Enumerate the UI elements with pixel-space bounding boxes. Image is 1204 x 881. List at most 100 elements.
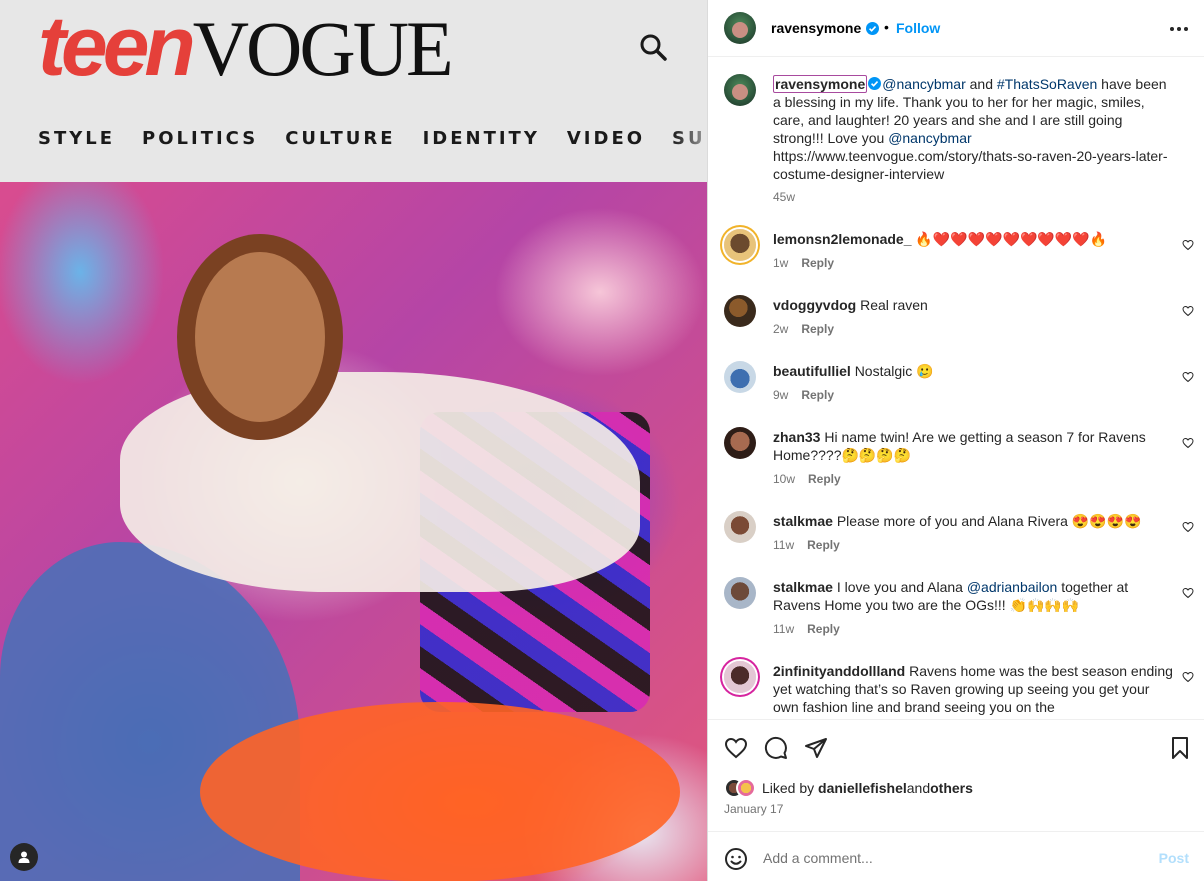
likes-summary: Liked by daniellefishel and others — [724, 778, 973, 798]
nav-summit: SUMMI — [672, 128, 707, 149]
post-media[interactable]: teen VOGUE STYLE POLITICS CULTURE IDENTI… — [0, 0, 707, 881]
likes-others-link[interactable]: others — [930, 780, 973, 796]
photo-orange-feathers — [200, 702, 680, 881]
photo-person-face — [195, 252, 325, 422]
comment-text: zhan33 Hi name twin! Are we getting a se… — [773, 428, 1168, 464]
heart-icon[interactable] — [1182, 305, 1194, 317]
caption-username[interactable]: ravensymone — [773, 75, 868, 93]
heart-icon[interactable] — [1182, 239, 1194, 251]
comment-time[interactable]: 11w — [773, 622, 794, 636]
comment-meta: 10w Reply — [773, 472, 841, 486]
comment-input[interactable] — [763, 847, 1143, 869]
comment-body: Real raven — [860, 297, 928, 313]
comment-time[interactable]: 1w — [773, 256, 788, 270]
comment-time[interactable]: 10w — [773, 472, 795, 486]
reply-button[interactable]: Reply — [808, 472, 841, 486]
comment-avatar[interactable] — [724, 295, 756, 327]
comment-username[interactable]: zhan33 — [773, 429, 820, 445]
comment-text: vdoggyvdog Real raven — [773, 296, 1168, 314]
reply-button[interactable]: Reply — [801, 388, 834, 402]
nav-style: STYLE — [38, 128, 116, 149]
comment-time[interactable]: 2w — [773, 322, 788, 336]
post-button[interactable]: Post — [1159, 850, 1189, 866]
heart-icon[interactable] — [1182, 521, 1194, 533]
comments-list[interactable]: ravensymone @nancybmar and #ThatsSoRaven … — [708, 57, 1204, 719]
likes-and: and — [906, 780, 931, 796]
comment-body: Nostalgic 🥲 — [854, 363, 934, 379]
nav-politics: POLITICS — [142, 128, 259, 149]
search-icon — [640, 34, 667, 61]
comment-text: beautifulliel Nostalgic 🥲 — [773, 362, 1168, 380]
heart-icon[interactable] — [1182, 371, 1194, 383]
user-tag-icon[interactable] — [10, 843, 38, 871]
comment-meta: 1w Reply — [773, 256, 834, 270]
comment-time[interactable]: 11w — [773, 538, 794, 552]
comment-username[interactable]: beautifulliel — [773, 363, 851, 379]
reply-button[interactable]: Reply — [801, 256, 834, 270]
photo-white-fur-coat — [120, 372, 640, 592]
comment-username[interactable]: lemonsn2lemonade_ — [773, 231, 912, 247]
caption-time[interactable]: 45w — [773, 190, 795, 204]
caption-url: https://www.teenvogue.com/story/thats-so… — [773, 148, 1168, 182]
logo-teen: teen — [38, 0, 196, 93]
add-comment-bar: Post — [708, 831, 1204, 881]
comment-meta: 9w Reply — [773, 388, 834, 402]
emoji-icon[interactable] — [724, 847, 748, 871]
reply-button[interactable]: Reply — [807, 622, 840, 636]
nav-video: VIDEO — [566, 128, 646, 149]
comment-text: stalkmae Please more of you and Alana Ri… — [773, 512, 1168, 530]
comment-username[interactable]: stalkmae — [773, 513, 833, 529]
nav-culture: CULTURE — [285, 128, 396, 149]
comment-username[interactable]: stalkmae — [773, 579, 833, 595]
author-avatar[interactable] — [724, 12, 756, 44]
reply-button[interactable]: Reply — [801, 322, 834, 336]
share-icon[interactable] — [804, 736, 828, 760]
comment-icon[interactable] — [764, 736, 788, 760]
post-actions: Liked by daniellefishel and others Janua… — [708, 719, 1204, 831]
post-date[interactable]: January 17 — [724, 802, 783, 816]
author-username[interactable]: ravensymone — [771, 20, 880, 36]
likes-prefix: Liked by — [762, 780, 815, 796]
caption-mention-nancybmar-2[interactable]: @nancybmar — [888, 130, 971, 146]
teen-vogue-header: teen VOGUE STYLE POLITICS CULTURE IDENTI… — [0, 0, 707, 182]
comment-body: 🔥❤️❤️❤️❤️❤️❤️❤️❤️❤️🔥 — [915, 231, 1108, 247]
comment-text: 2infinityanddollland Ravens home was the… — [773, 662, 1173, 716]
comment-username[interactable]: 2infinityanddollland — [773, 663, 905, 679]
header-separator: • — [884, 19, 889, 35]
reply-button[interactable]: Reply — [807, 538, 840, 552]
verified-badge-icon — [866, 21, 880, 35]
comment-body: Please more of you and Alana Rivera 😍😍😍😍 — [836, 513, 1142, 529]
comment-avatar[interactable] — [724, 577, 756, 609]
teen-vogue-logo: teen VOGUE — [38, 0, 454, 93]
comment-username[interactable]: vdoggyvdog — [773, 297, 856, 313]
comment-mention[interactable]: @adrianbailon — [967, 579, 1058, 595]
heart-icon[interactable] — [1182, 437, 1194, 449]
teen-vogue-nav: STYLE POLITICS CULTURE IDENTITY VIDEO SU… — [38, 128, 707, 149]
nav-identity: IDENTITY — [422, 128, 540, 149]
heart-icon[interactable] — [1182, 587, 1194, 599]
liker-avatar — [736, 778, 756, 798]
comment-avatar[interactable] — [724, 661, 756, 693]
comment-avatar[interactable] — [724, 511, 756, 543]
liker-username[interactable]: daniellefishel — [818, 780, 907, 796]
caption-avatar[interactable] — [724, 74, 756, 106]
post-side-panel: ravensymone • Follow ravensymone @nancybm… — [707, 0, 1204, 881]
heart-icon[interactable] — [724, 736, 748, 760]
verified-badge-icon — [868, 77, 882, 90]
comment-avatar[interactable] — [724, 427, 756, 459]
more-options-icon[interactable] — [1170, 19, 1190, 39]
comment-text: lemonsn2lemonade_ 🔥❤️❤️❤️❤️❤️❤️❤️❤️❤️🔥 — [773, 230, 1168, 248]
comment-body: Hi name twin! Are we getting a season 7 … — [773, 429, 1146, 463]
logo-vogue: VOGUE — [192, 5, 454, 92]
heart-icon[interactable] — [1182, 671, 1194, 683]
comment-meta: 11w Reply — [773, 622, 840, 636]
comment-avatar[interactable] — [724, 229, 756, 261]
author-username-text[interactable]: ravensymone — [771, 20, 861, 36]
caption-mention-nancybmar[interactable]: @nancybmar — [882, 76, 965, 92]
caption-hashtag[interactable]: #ThatsSoRaven — [997, 76, 1097, 92]
bookmark-icon[interactable] — [1168, 736, 1192, 760]
comment-time[interactable]: 9w — [773, 388, 788, 402]
comment-body: I love you and Alana — [836, 579, 967, 595]
follow-button[interactable]: Follow — [896, 20, 940, 36]
comment-avatar[interactable] — [724, 361, 756, 393]
